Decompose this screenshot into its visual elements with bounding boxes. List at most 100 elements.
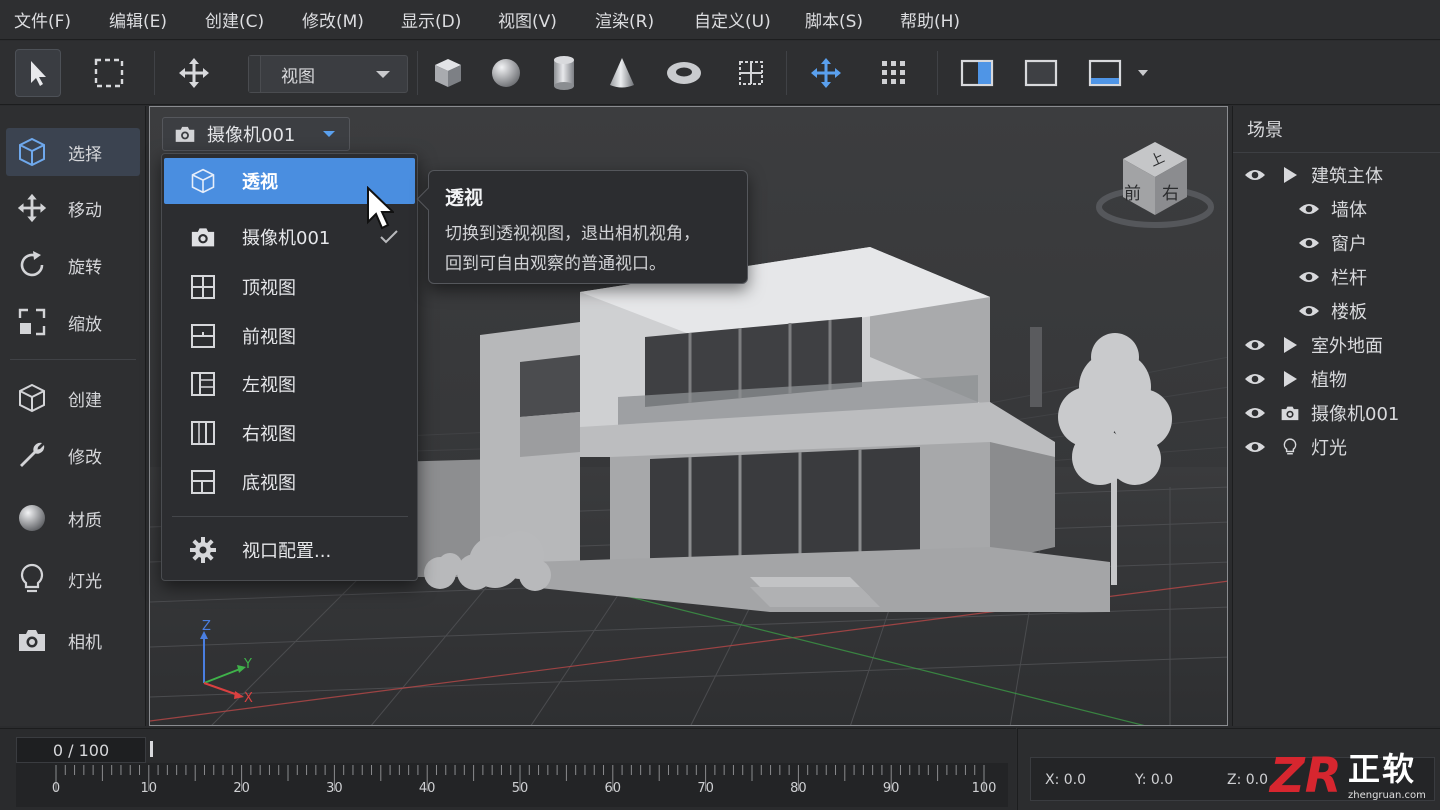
nav-cube-right-label[interactable]: 右 (1162, 179, 1179, 204)
panel-rotate[interactable]: 旋转 (6, 241, 140, 289)
tree-item-windows[interactable]: 窗户 (1297, 228, 1367, 258)
tree-item-slab[interactable]: 楼板 (1297, 296, 1367, 326)
menu-customize[interactable]: 自定义(U) (694, 0, 771, 40)
menu-modify[interactable]: 修改(M) (302, 0, 364, 40)
cone-primitive-button[interactable] (599, 49, 645, 97)
coord-z[interactable]: Z: 0.0 (1227, 772, 1268, 788)
menu-help[interactable]: 帮助(H) (900, 0, 960, 40)
tree-item-label: 灯光 (1311, 438, 1347, 459)
frame-counter[interactable]: 0 / 100 (16, 737, 146, 763)
transform-gizmo-icon (811, 58, 841, 88)
expand-triangle-icon[interactable] (1279, 368, 1301, 390)
panel-move[interactable]: 移动 (6, 184, 140, 232)
dropdown-item-bottom-view[interactable]: 底视图 (164, 459, 415, 505)
marquee-select-icon (94, 58, 124, 88)
timeline-tick-label: 0 (51, 781, 61, 796)
torus-primitive-button[interactable] (661, 49, 707, 97)
coord-y[interactable]: Y: 0.0 (1135, 772, 1173, 788)
view-type-select[interactable]: 视图 (248, 55, 408, 93)
layout-dropdown-button[interactable] (1128, 49, 1158, 97)
tree-item-camera001[interactable]: 摄像机001 (1243, 398, 1399, 428)
dropdown-item-front-view[interactable]: 前视图 (164, 313, 415, 359)
panel-material[interactable]: 材质 (6, 494, 140, 542)
time-slider-handle[interactable] (150, 741, 153, 757)
watermark-text: 正软 (1348, 750, 1417, 788)
dropdown-item-label: 前视图 (242, 327, 296, 348)
split-view-button[interactable] (954, 49, 1000, 97)
marquee-select-button[interactable] (86, 49, 132, 97)
panel-move-label: 移动 (68, 200, 102, 221)
perspective-cube-icon (188, 166, 218, 196)
tree-item-walls[interactable]: 墙体 (1297, 194, 1367, 224)
tree-item-railing[interactable]: 栏杆 (1297, 262, 1367, 292)
camera-view-select[interactable]: 摄像机001 (162, 117, 350, 151)
dropdown-item-left-view[interactable]: 左视图 (164, 361, 415, 407)
eye-icon[interactable] (1297, 267, 1321, 287)
light-bulb-icon (1279, 436, 1301, 458)
eye-icon[interactable] (1243, 369, 1267, 389)
select-tool-button[interactable] (15, 49, 61, 97)
rotate-icon (12, 245, 52, 285)
dropdown-item-label: 视口配置... (242, 541, 332, 562)
eye-icon[interactable] (1243, 335, 1267, 355)
panel-modify[interactable]: 修改 (6, 431, 140, 479)
tooltip-line-1: 切换到透视视图，退出相机视角， (445, 224, 700, 244)
move-tool-button[interactable] (171, 49, 217, 97)
cylinder-primitive-icon (554, 56, 574, 90)
left-view-icon (188, 369, 218, 399)
eye-icon[interactable] (1297, 301, 1321, 321)
menu-create[interactable]: 创建(C) (205, 0, 264, 40)
menu-script[interactable]: 脚本(S) (805, 0, 863, 40)
eye-icon[interactable] (1297, 199, 1321, 219)
dropdown-item-viewport-config[interactable]: 视口配置... (164, 527, 415, 573)
cylinder-primitive-button[interactable] (541, 49, 587, 97)
tree-item-plants[interactable]: 植物 (1243, 364, 1347, 394)
eye-icon[interactable] (1243, 403, 1267, 423)
menu-display[interactable]: 显示(D) (401, 0, 461, 40)
layout-view-button[interactable] (1082, 49, 1128, 97)
tree-item-ground[interactable]: 室外地面 (1243, 330, 1383, 360)
coord-x[interactable]: X: 0.0 (1045, 772, 1086, 788)
move-icon (12, 188, 52, 228)
tree-item-building[interactable]: 建筑主体 (1243, 160, 1383, 190)
menu-view[interactable]: 视图(V) (498, 0, 557, 40)
snap-grid-button[interactable] (728, 49, 774, 97)
expand-triangle-icon[interactable] (1279, 334, 1301, 356)
panel-modify-label: 修改 (68, 447, 102, 468)
dropdown-item-right-view[interactable]: 右视图 (164, 410, 415, 456)
dropdown-item-label: 摄像机001 (242, 228, 331, 249)
nav-cube-front-label[interactable]: 前 (1124, 179, 1141, 204)
panel-create-label: 创建 (68, 390, 102, 411)
panel-light[interactable]: 灯光 (6, 555, 140, 603)
perspective-tooltip: 透视 切换到透视视图，退出相机视角， 回到可自由观察的普通视口。 (416, 170, 748, 284)
eye-icon[interactable] (1243, 437, 1267, 457)
dropdown-item-label: 右视图 (242, 424, 296, 445)
panel-camera[interactable]: 相机 (6, 616, 140, 664)
main-toolbar: 视图 (0, 41, 1440, 105)
box-primitive-button[interactable] (425, 49, 471, 97)
eye-icon[interactable] (1297, 233, 1321, 253)
sphere-primitive-button[interactable] (483, 49, 529, 97)
single-view-icon (1024, 59, 1058, 87)
zhengruan-watermark: ZR 正软 zhengruan.com (1268, 742, 1440, 808)
dropdown-item-top-view[interactable]: 顶视图 (164, 264, 415, 310)
single-view-button[interactable] (1018, 49, 1064, 97)
menu-edit[interactable]: 编辑(E) (109, 0, 167, 40)
eye-icon[interactable] (1243, 165, 1267, 185)
transform-gizmo-button[interactable] (803, 49, 849, 97)
array-grid-button[interactable] (871, 49, 917, 97)
expand-triangle-icon[interactable] (1279, 164, 1301, 186)
panel-scale[interactable]: 缩放 (6, 298, 140, 346)
panel-select[interactable]: 选择 (6, 128, 140, 176)
tree-item-label: 摄像机001 (1311, 404, 1400, 425)
chevron-down-icon (376, 71, 390, 78)
svg-text:ZR: ZR (1268, 748, 1342, 802)
panel-rotate-label: 旋转 (68, 257, 102, 278)
menu-file[interactable]: 文件(F) (14, 0, 71, 40)
scene-panel-divider (1233, 152, 1440, 153)
watermark-url: zhengruan.com (1348, 790, 1426, 801)
panel-create[interactable]: 创建 (6, 374, 140, 422)
layout-view-icon (1088, 59, 1122, 87)
menu-render[interactable]: 渲染(R) (595, 0, 654, 40)
tree-item-lights[interactable]: 灯光 (1243, 432, 1347, 462)
